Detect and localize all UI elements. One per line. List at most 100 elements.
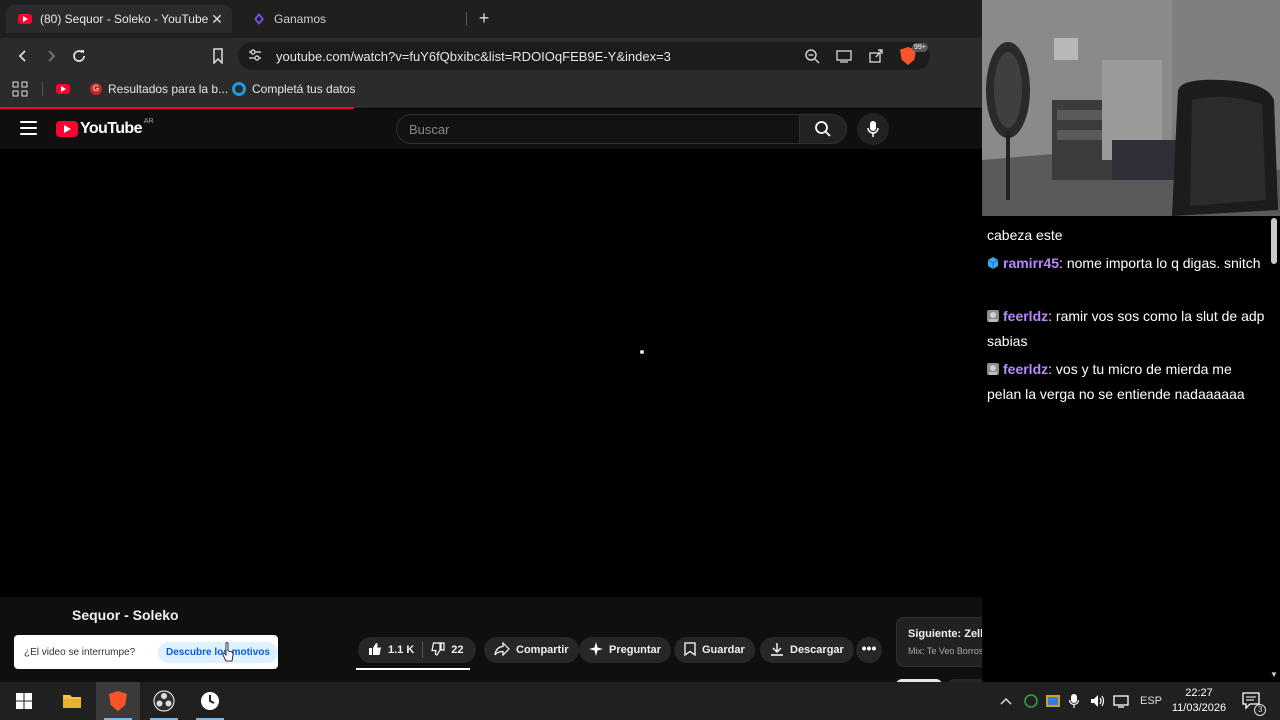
logo-text: YouTube [80, 120, 142, 137]
close-tab-icon[interactable]: ✕ [208, 11, 226, 28]
save-button[interactable]: Guardar [674, 637, 755, 663]
scroll-down-arrow-icon[interactable]: ▼ [1270, 670, 1278, 679]
toast-question: ¿El video se interrumpe? [24, 646, 136, 658]
search-input[interactable]: Buscar [396, 114, 800, 144]
notification-center-button[interactable]: 3 [1242, 682, 1267, 720]
tab-youtube[interactable]: (80) Sequor - Soleko - YouTube ✕ [6, 5, 232, 33]
bookmark-resultados[interactable]: G Resultados para la b... [90, 80, 228, 98]
tab-ganamos[interactable]: Ganamos [240, 5, 466, 33]
webcam-overlay [982, 0, 1280, 216]
microphone-tray-icon[interactable] [1069, 682, 1079, 720]
back-icon[interactable] [12, 45, 34, 67]
video-title: Sequor - Soleko [72, 607, 179, 623]
youtube-favicon-icon [18, 12, 32, 26]
search-icon [815, 121, 831, 137]
bookmarks-bar: G Resultados para la b... Completá tus d… [0, 74, 982, 104]
clock-time: 22:27 [1185, 687, 1213, 699]
youtube-logo[interactable]: YouTube AR [56, 118, 154, 138]
system-clock[interactable]: 22:27 11/03/2026 [1170, 686, 1228, 716]
thumbs-down-icon[interactable] [431, 641, 445, 659]
shields-count-badge: 99+ [912, 43, 928, 52]
chevron-up-icon [1000, 697, 1012, 705]
apps-grid-icon[interactable] [12, 80, 28, 98]
address-bar[interactable]: youtube.com/watch?v=fuY6fQbxibc&list=RDO… [238, 42, 930, 70]
clock-app-icon [201, 692, 219, 710]
share-button[interactable]: Compartir [484, 637, 579, 663]
chat-text: nome importa lo q digas. snitch [1066, 255, 1261, 271]
video-player[interactable] [0, 149, 982, 597]
dislike-count[interactable]: 22 [451, 644, 463, 656]
tab-title: Ganamos [274, 12, 327, 26]
url-text[interactable]: youtube.com/watch?v=fuY6fQbxibc&list=RDO… [276, 49, 802, 64]
browser-toolbar: youtube.com/watch?v=fuY6fQbxibc&list=RDO… [0, 38, 982, 74]
avatar-badge-icon [987, 310, 999, 322]
file-explorer-button[interactable] [50, 682, 94, 720]
youtube-play-icon [56, 121, 78, 137]
youtube-icon [56, 84, 70, 94]
search-button[interactable] [799, 114, 847, 144]
chat-username[interactable]: feerldz [1003, 361, 1048, 377]
download-button[interactable]: Descargar [760, 637, 854, 663]
tray-app-icon[interactable] [1024, 682, 1038, 720]
share-page-icon[interactable] [866, 46, 886, 66]
cube-badge-icon [987, 257, 999, 269]
chat-text: cabeza este [987, 227, 1063, 243]
clock-app-taskbar-button[interactable] [188, 682, 232, 720]
ask-label: Preguntar [609, 644, 661, 656]
stream-chat: cabeza este ramirr45: nome importa lo q … [982, 216, 1280, 691]
chat-message: feerldz: vos y tu micro de mierda me pel… [987, 361, 1245, 402]
bookmarks-divider [42, 82, 43, 96]
menu-icon[interactable] [20, 121, 37, 135]
bookmark-completa[interactable]: Completá tus datos [232, 80, 355, 98]
thumbs-up-icon[interactable] [368, 642, 382, 659]
network-icon[interactable] [1113, 682, 1129, 720]
ask-button[interactable]: Preguntar [579, 637, 671, 663]
playback-issue-toast: ¿El video se interrumpe? Descubre los mo… [14, 635, 278, 669]
save-label: Guardar [702, 644, 745, 656]
learn-more-link[interactable]: Descubre los motivos [158, 641, 278, 663]
youtube-page: YouTube AR Buscar Sequor - Soleko 1.1 K [0, 109, 1198, 691]
bookmark-label: Completá tus datos [252, 82, 356, 96]
like-divider [422, 642, 424, 658]
mic-icon [867, 121, 879, 137]
tab-title: (80) Sequor - Soleko - YouTube [40, 12, 208, 26]
zoom-icon[interactable] [802, 46, 822, 66]
chat-username[interactable]: ramirr45 [1003, 255, 1059, 271]
brave-taskbar-button[interactable] [96, 682, 140, 720]
chat-message: feerldz: ramir vos sos como la slut de a… [987, 308, 1265, 349]
bookmark-label: Resultados para la b... [108, 82, 229, 96]
like-underline [356, 668, 470, 670]
windows-taskbar: ESP 22:27 11/03/2026 3 [0, 682, 1280, 720]
tab-divider [466, 12, 467, 26]
clock-date: 11/03/2026 [1171, 702, 1227, 714]
like-count[interactable]: 1.1 K [388, 644, 414, 656]
webcam-image [982, 0, 1280, 216]
volume-icon[interactable] [1090, 682, 1106, 720]
tray-picture-icon[interactable] [1045, 682, 1061, 720]
forward-icon[interactable] [40, 45, 62, 67]
show-hidden-icons[interactable] [1000, 682, 1012, 720]
kick-favicon-icon [252, 12, 266, 26]
cast-icon[interactable] [834, 46, 854, 66]
screen: (80) Sequor - Soleko - YouTube ✕ Ganamos… [0, 0, 1280, 720]
bookmark-icon [684, 641, 696, 659]
chat-username[interactable]: feerldz [1003, 308, 1048, 324]
chat-scrollbar[interactable] [1271, 218, 1277, 264]
site-settings-icon[interactable] [248, 48, 264, 64]
input-language[interactable]: ESP [1140, 682, 1162, 720]
voice-search-button[interactable] [857, 113, 889, 145]
new-tab-button[interactable]: + [474, 8, 494, 28]
share-label: Compartir [516, 644, 569, 656]
windows-logo-icon [16, 693, 32, 709]
bookmark-youtube[interactable] [56, 80, 70, 98]
google-g-icon: G [90, 83, 102, 95]
obs-taskbar-button[interactable] [142, 682, 186, 720]
avatar-badge-icon [987, 363, 999, 375]
reload-icon[interactable] [68, 45, 90, 67]
browser-tab-bar: (80) Sequor - Soleko - YouTube ✕ Ganamos… [0, 0, 982, 38]
more-actions-button[interactable]: ••• [856, 637, 882, 663]
folder-icon [63, 695, 81, 708]
loading-spinner-icon [640, 350, 644, 354]
start-button[interactable] [2, 682, 46, 720]
bookmark-page-icon[interactable] [207, 45, 229, 67]
